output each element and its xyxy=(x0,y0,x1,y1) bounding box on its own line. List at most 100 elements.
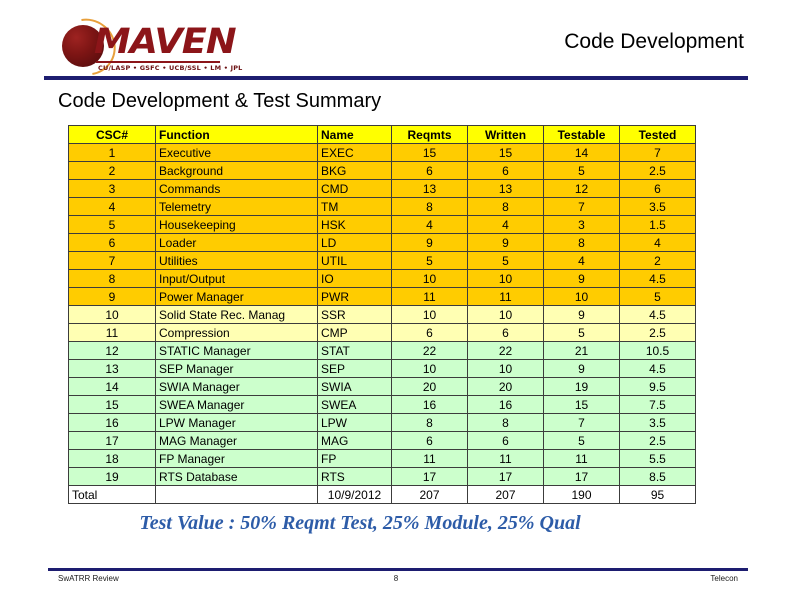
cell-reqmts: 207 xyxy=(391,485,468,504)
cell-name: LPW xyxy=(317,413,392,432)
cell-name: UTIL xyxy=(317,251,392,270)
table-row: 11 Compression CMP 6 6 5 2.5 xyxy=(68,323,696,342)
cell-function: Loader xyxy=(155,233,318,252)
cell-testable: 4 xyxy=(543,251,620,270)
cell-reqmts: 13 xyxy=(391,179,468,198)
cell-tested: 4 xyxy=(619,233,696,252)
table-row: 4 Telemetry TM 8 8 7 3.5 xyxy=(68,197,696,216)
cell-reqmts: 4 xyxy=(391,215,468,234)
cell-testable: 5 xyxy=(543,323,620,342)
cell-csc: 15 xyxy=(68,395,156,414)
cell-name: LD xyxy=(317,233,392,252)
cell-testable: 5 xyxy=(543,431,620,450)
slide-header: MAVEN CU/LASP • GSFC • UCB/SSL • LM • JP… xyxy=(0,0,792,87)
cell-reqmts: 10 xyxy=(391,305,468,324)
column-header-tested: Tested xyxy=(619,125,696,144)
cell-reqmts: 20 xyxy=(391,377,468,396)
cell-written: 5 xyxy=(467,251,544,270)
header-divider xyxy=(44,76,748,80)
cell-name: IO xyxy=(317,269,392,288)
cell-testable: 21 xyxy=(543,341,620,360)
cell-function: MAG Manager xyxy=(155,431,318,450)
cell-reqmts: 9 xyxy=(391,233,468,252)
cell-name: FP xyxy=(317,449,392,468)
cell-tested: 2 xyxy=(619,251,696,270)
cell-tested: 5.5 xyxy=(619,449,696,468)
column-header-reqmts: Reqmts xyxy=(391,125,468,144)
cell-name: TM xyxy=(317,197,392,216)
cell-written: 11 xyxy=(467,449,544,468)
cell-name: PWR xyxy=(317,287,392,306)
cell-function: Power Manager xyxy=(155,287,318,306)
footer-divider xyxy=(48,568,748,571)
footer-page-number: 8 xyxy=(393,574,399,583)
cell-written: 22 xyxy=(467,341,544,360)
cell-tested: 2.5 xyxy=(619,431,696,450)
cell-function: SWIA Manager xyxy=(155,377,318,396)
cell-written: 6 xyxy=(467,323,544,342)
cell-name: SSR xyxy=(317,305,392,324)
maven-logo: MAVEN CU/LASP • GSFC • UCB/SSL • LM • JP… xyxy=(47,7,242,87)
cell-written: 207 xyxy=(467,485,544,504)
table-row: 1 Executive EXEC 15 15 14 7 xyxy=(68,143,696,162)
cell-tested: 1.5 xyxy=(619,215,696,234)
cell-function: SWEA Manager xyxy=(155,395,318,414)
cell-testable: 7 xyxy=(543,413,620,432)
table-header-row: CSC# Function Name Reqmts Written Testab… xyxy=(68,125,696,144)
cell-csc: 2 xyxy=(68,161,156,180)
cell-csc: 19 xyxy=(68,467,156,486)
column-header-written: Written xyxy=(467,125,544,144)
table-body: 1 Executive EXEC 15 15 14 7 2 Background BKG 6 6 5 2.… xyxy=(68,143,696,504)
table-row: 13 SEP Manager SEP 10 10 9 4.5 xyxy=(68,359,696,378)
cell-tested: 9.5 xyxy=(619,377,696,396)
table-row: 15 SWEA Manager SWEA 16 16 15 7.5 xyxy=(68,395,696,414)
cell-csc: Total xyxy=(68,485,156,504)
cell-tested: 4.5 xyxy=(619,359,696,378)
table-row: 16 LPW Manager LPW 8 8 7 3.5 xyxy=(68,413,696,432)
cell-written: 11 xyxy=(467,287,544,306)
cell-testable: 8 xyxy=(543,233,620,252)
cell-testable: 9 xyxy=(543,269,620,288)
cell-tested: 2.5 xyxy=(619,323,696,342)
cell-written: 10 xyxy=(467,359,544,378)
cell-tested: 7.5 xyxy=(619,395,696,414)
cell-function: RTS Database xyxy=(155,467,318,486)
cell-reqmts: 6 xyxy=(391,161,468,180)
test-value-caption: Test Value : 50% Reqmt Test, 25% Module,… xyxy=(139,512,581,534)
cell-testable: 3 xyxy=(543,215,620,234)
cell-csc: 6 xyxy=(68,233,156,252)
cell-function: Background xyxy=(155,161,318,180)
table-row: 5 Housekeeping HSK 4 4 3 1.5 xyxy=(68,215,696,234)
table-row: 14 SWIA Manager SWIA 20 20 19 9.5 xyxy=(68,377,696,396)
cell-csc: 13 xyxy=(68,359,156,378)
cell-function: Solid State Rec. Manag xyxy=(155,305,318,324)
cell-written: 10 xyxy=(467,305,544,324)
cell-function: Telemetry xyxy=(155,197,318,216)
cell-csc: 5 xyxy=(68,215,156,234)
cell-name: CMP xyxy=(317,323,392,342)
table-row: 7 Utilities UTIL 5 5 4 2 xyxy=(68,251,696,270)
cell-written: 16 xyxy=(467,395,544,414)
cell-csc: 17 xyxy=(68,431,156,450)
cell-csc: 4 xyxy=(68,197,156,216)
cell-reqmts: 6 xyxy=(391,323,468,342)
table-row: 12 STATIC Manager STAT 22 22 21 10.5 xyxy=(68,341,696,360)
cell-reqmts: 8 xyxy=(391,197,468,216)
cell-csc: 8 xyxy=(68,269,156,288)
cell-function: Executive xyxy=(155,143,318,162)
cell-tested: 2.5 xyxy=(619,161,696,180)
cell-name: CMD xyxy=(317,179,392,198)
cell-tested: 7 xyxy=(619,143,696,162)
cell-reqmts: 11 xyxy=(391,287,468,306)
cell-testable: 9 xyxy=(543,305,620,324)
cell-written: 6 xyxy=(467,161,544,180)
maven-wordmark: MAVEN xyxy=(94,22,237,62)
cell-tested: 4.5 xyxy=(619,269,696,288)
cell-function: STATIC Manager xyxy=(155,341,318,360)
cell-tested: 6 xyxy=(619,179,696,198)
cell-written: 6 xyxy=(467,431,544,450)
cell-testable: 7 xyxy=(543,197,620,216)
cell-reqmts: 10 xyxy=(391,269,468,288)
cell-testable: 12 xyxy=(543,179,620,198)
cell-reqmts: 6 xyxy=(391,431,468,450)
